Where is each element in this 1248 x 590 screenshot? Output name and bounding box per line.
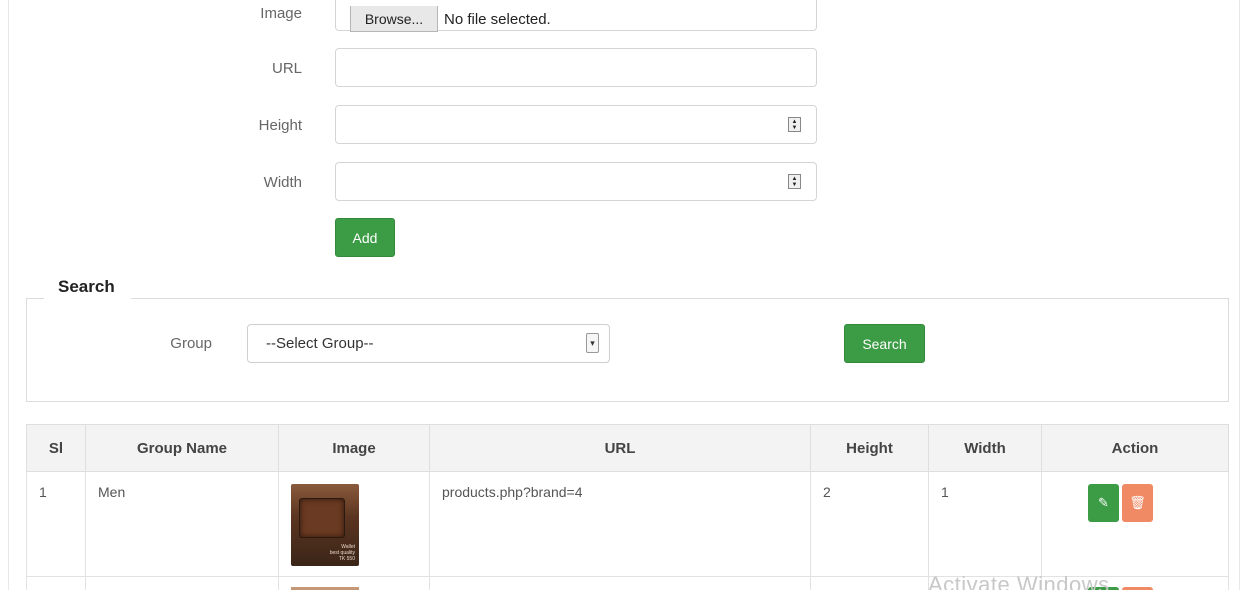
cell-group-name bbox=[85, 576, 279, 590]
image-label: Image bbox=[260, 5, 302, 22]
search-button[interactable]: Search bbox=[844, 324, 925, 363]
url-input[interactable] bbox=[335, 48, 817, 87]
col-header-sl: Sl bbox=[26, 424, 86, 472]
table-header-row: Sl Group Name Image URL Height Width Act… bbox=[26, 424, 1229, 472]
url-label: URL bbox=[271, 60, 302, 77]
cell-width: 1 bbox=[928, 471, 1042, 577]
col-header-height: Height bbox=[810, 424, 929, 472]
thumbnail-caption: Wallet best quality TK 550 bbox=[329, 544, 355, 562]
cell-height: 2 bbox=[810, 471, 929, 577]
search-section-title: Search bbox=[58, 277, 115, 296]
group-select-value: --Select Group-- bbox=[266, 335, 374, 352]
cell-sl bbox=[26, 576, 86, 590]
cell-url bbox=[429, 576, 811, 590]
col-header-url: URL bbox=[429, 424, 811, 472]
width-label: Width bbox=[263, 174, 302, 191]
activate-windows-watermark: Activate Windows bbox=[928, 572, 1110, 590]
cell-action: ✎ 🗑 bbox=[1041, 471, 1229, 577]
group-select[interactable]: --Select Group-- ▾ bbox=[247, 324, 610, 363]
width-input[interactable]: ▲ ▼ bbox=[335, 162, 817, 201]
file-status-text: No file selected. bbox=[444, 11, 551, 28]
edit-icon: ✎ bbox=[1098, 495, 1109, 510]
col-header-group-name: Group Name bbox=[85, 424, 279, 472]
product-thumbnail: Wallet best quality TK 550 bbox=[291, 484, 359, 566]
width-spinner-icon[interactable]: ▲ ▼ bbox=[788, 174, 801, 189]
cell-group-name: Men bbox=[85, 471, 279, 577]
cell-image: Wallet best quality TK 550 bbox=[278, 471, 430, 577]
trash-icon: 🗑 bbox=[1129, 495, 1146, 510]
add-button[interactable]: Add bbox=[335, 218, 395, 257]
chevron-down-icon: ▾ bbox=[586, 333, 599, 353]
height-label: Height bbox=[258, 117, 302, 134]
delete-button[interactable]: 🗑 bbox=[1122, 484, 1153, 522]
cell-height bbox=[810, 576, 929, 590]
table-row: 1 Men Wallet best quality TK 550 product… bbox=[26, 471, 1229, 577]
browse-button[interactable]: Browse... bbox=[350, 6, 438, 32]
col-header-width: Width bbox=[928, 424, 1042, 472]
cell-url: products.php?brand=4 bbox=[429, 471, 811, 577]
col-header-image: Image bbox=[278, 424, 430, 472]
height-input[interactable]: ▲ ▼ bbox=[335, 105, 817, 144]
edit-button[interactable]: ✎ bbox=[1088, 484, 1119, 522]
height-spinner-icon[interactable]: ▲ ▼ bbox=[788, 117, 801, 132]
wallet-image-icon bbox=[299, 498, 345, 538]
col-header-action: Action bbox=[1041, 424, 1229, 472]
cell-image bbox=[278, 576, 430, 590]
group-label: Group bbox=[170, 335, 212, 352]
groups-table: Sl Group Name Image URL Height Width Act… bbox=[26, 424, 1229, 590]
cell-sl: 1 bbox=[26, 471, 86, 577]
